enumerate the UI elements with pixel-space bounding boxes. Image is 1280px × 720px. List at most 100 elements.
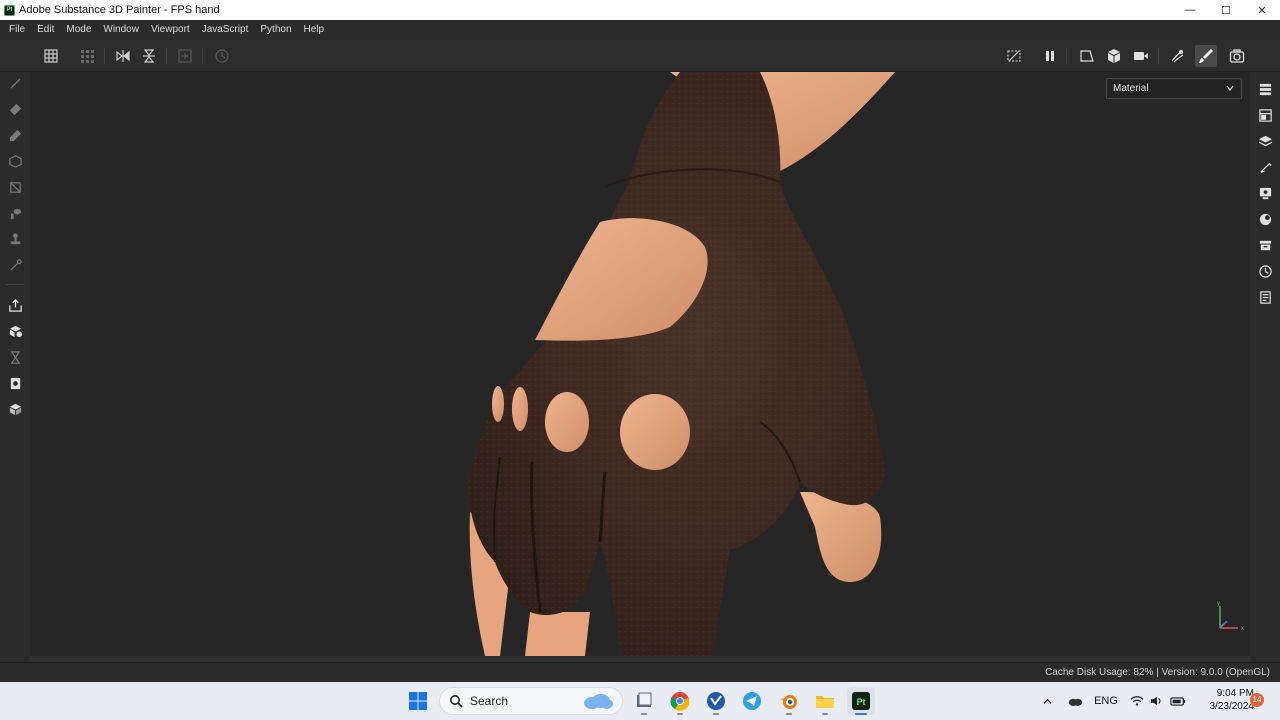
toolbar-divider — [1066, 48, 1067, 64]
clone-stamp-icon[interactable] — [4, 228, 26, 250]
clock-time: 9:04 PM — [1216, 688, 1254, 699]
layers-list-icon[interactable] — [1254, 78, 1276, 100]
3d-viewport[interactable]: Material y x — [30, 72, 1250, 656]
polygon-fill-icon[interactable] — [4, 176, 26, 198]
maximize-button[interactable]: ☐ — [1208, 0, 1244, 20]
minimize-button[interactable]: — — [1172, 0, 1208, 20]
paint-brush-icon[interactable] — [1195, 45, 1217, 67]
layers-stack-icon[interactable] — [1254, 130, 1276, 152]
eraser-tool-icon[interactable] — [4, 98, 26, 120]
menu-viewport[interactable]: Viewport — [145, 20, 196, 40]
blender-icon[interactable] — [775, 687, 803, 715]
3d-object-icon[interactable] — [1103, 45, 1125, 67]
search-label: Search — [470, 694, 509, 708]
axis-y-label: y — [1217, 601, 1220, 607]
mesh-cube-icon[interactable] — [4, 398, 26, 420]
menu-python[interactable]: Python — [254, 20, 297, 40]
running-indicator — [855, 713, 867, 715]
status-text: Cache Disk Usage: 82% | Version: 9.0.0 (… — [1045, 667, 1270, 678]
windows-taskbar: Search Pt ENG 9:04 PM 3/23/2024 14 — [0, 682, 1280, 720]
folder-icon[interactable] — [811, 687, 839, 715]
running-indicator — [713, 713, 719, 715]
svg-text:Pt: Pt — [857, 697, 866, 707]
menu-edit[interactable]: Edit — [31, 20, 60, 40]
main-toolbar — [0, 40, 1280, 72]
toolbar-divider — [166, 48, 167, 64]
menu-help[interactable]: Help — [298, 20, 331, 40]
language-indicator[interactable]: ENG — [1092, 682, 1120, 720]
bake-mesh-icon[interactable] — [4, 320, 26, 342]
screenshot-camera-icon[interactable] — [1226, 45, 1248, 67]
pause-icon[interactable] — [1039, 45, 1061, 67]
tools-panel — [0, 72, 30, 662]
taskbar-search[interactable]: Search — [439, 687, 623, 715]
clock-date: 3/23/2024 — [1209, 701, 1255, 712]
chrome-icon[interactable] — [666, 687, 694, 715]
menu-window[interactable]: Window — [97, 20, 145, 40]
glove-hand-render — [468, 72, 895, 656]
substance-painter-icon[interactable]: Pt — [847, 687, 875, 715]
history-panel-icon[interactable] — [1254, 260, 1276, 282]
symmetry-x-icon[interactable] — [112, 45, 134, 67]
document-settings-icon[interactable] — [4, 372, 26, 394]
symmetry-y-icon[interactable] — [138, 45, 160, 67]
start-icon[interactable] — [404, 687, 432, 715]
display-settings-icon[interactable] — [1254, 182, 1276, 204]
texture-set-icon[interactable] — [1254, 104, 1276, 126]
tray-overflow-icon[interactable] — [1038, 682, 1056, 720]
toolbar-divider — [202, 48, 203, 64]
weather-cloud-icon — [584, 694, 613, 709]
projection-tool-icon[interactable] — [4, 124, 26, 146]
app-window: Pt Adobe Substance 3D Painter - FPS hand… — [0, 0, 1280, 720]
close-button[interactable]: ✕ — [1244, 0, 1280, 20]
battery-icon[interactable] — [1168, 682, 1188, 720]
viewport-mode-value: Material — [1113, 83, 1149, 94]
lighting-icon[interactable] — [1166, 45, 1188, 67]
viewport-mode-dropdown[interactable]: Material — [1106, 78, 1242, 99]
language-label: ENG — [1094, 695, 1118, 707]
status-bar: Cache Disk Usage: 82% | Version: 9.0.0 (… — [0, 662, 1280, 682]
search-icon — [450, 695, 463, 708]
geometry-fill-icon[interactable] — [4, 150, 26, 172]
smudge-tool-icon[interactable] — [4, 202, 26, 224]
menu-mode[interactable]: Mode — [60, 20, 97, 40]
title-bar: Pt Adobe Substance 3D Painter - FPS hand… — [0, 0, 1280, 20]
history-icon[interactable] — [211, 45, 233, 67]
log-panel-icon[interactable] — [1254, 286, 1276, 308]
selection-mode-icon[interactable] — [1076, 45, 1098, 67]
dots-grid-icon[interactable] — [76, 45, 98, 67]
notification-badge[interactable]: 14 — [1250, 693, 1264, 707]
add-layer-icon[interactable] — [174, 45, 196, 67]
toolbar-divider — [1158, 48, 1159, 64]
camera-video-icon[interactable] — [1130, 45, 1152, 67]
panels-column — [1250, 72, 1280, 662]
toolbar-divider — [104, 48, 105, 64]
assets-shelf-icon[interactable] — [1254, 234, 1276, 256]
brush-properties-icon[interactable] — [1254, 156, 1276, 178]
running-indicator — [786, 713, 792, 715]
brush-tool-icon[interactable] — [4, 72, 26, 94]
file-explorer-app-icon[interactable] — [630, 687, 658, 715]
telegram-icon[interactable] — [738, 687, 766, 715]
substance-painter-logo: Pt — [4, 4, 15, 16]
grid-view-icon[interactable] — [40, 45, 62, 67]
system-clock[interactable]: 9:04 PM 3/23/2024 — [1190, 687, 1255, 713]
vscode-like-icon[interactable] — [702, 687, 730, 715]
menu-javascript[interactable]: JavaScript — [196, 20, 255, 40]
color-picker-icon[interactable] — [4, 254, 26, 276]
wifi-icon[interactable] — [1128, 682, 1146, 720]
menu-file[interactable]: File — [3, 20, 31, 40]
environment-icon[interactable] — [1254, 208, 1276, 230]
running-indicator — [641, 713, 647, 715]
hourglass-icon[interactable] — [4, 346, 26, 368]
volume-icon[interactable] — [1148, 682, 1166, 720]
axis-gizmo-icon: y x — [1217, 601, 1244, 632]
running-indicator — [677, 713, 683, 715]
onedrive-icon[interactable] — [1064, 682, 1086, 720]
running-indicator — [822, 713, 828, 715]
hide-overlay-icon[interactable] — [1003, 45, 1025, 67]
axis-x-label: x — [1241, 626, 1244, 632]
menu-bar: File Edit Mode Window Viewport JavaScrip… — [0, 20, 1280, 40]
export-icon[interactable] — [4, 294, 26, 316]
window-title: Adobe Substance 3D Painter - FPS hand — [19, 4, 220, 16]
